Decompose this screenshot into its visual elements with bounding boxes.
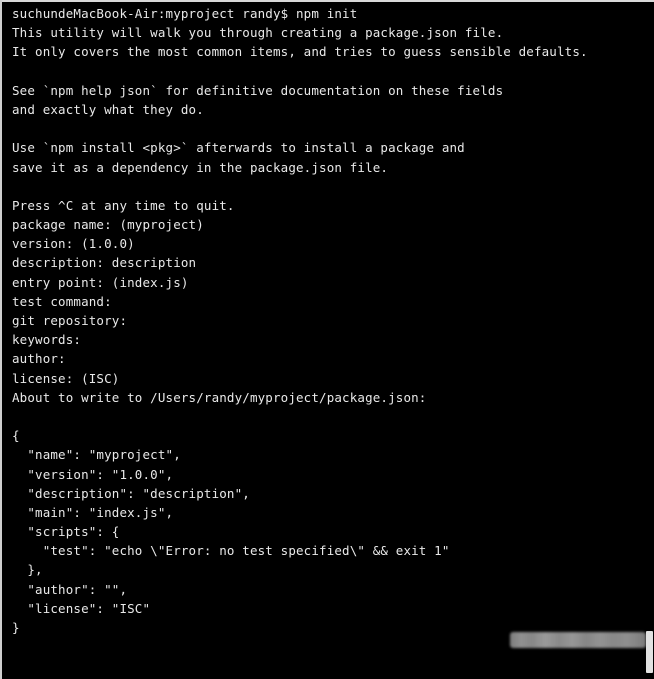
terminal-line: See `npm help json` for definitive docum… [12,82,504,98]
redacted-region [510,632,646,648]
terminal-line: "main": "index.js", [12,504,174,520]
terminal-line: keywords: [12,332,82,348]
terminal-line: "version": "1.0.0", [12,466,174,482]
window-top-edge [0,0,654,2]
terminal-line: package name: (myproject) [12,217,204,233]
terminal-line: About to write to /Users/randy/myproject… [12,389,427,405]
terminal-line: suchundeMacBook-Air:myproject randy$ npm… [12,6,358,21]
terminal-line: It only covers the most common items, an… [12,44,588,60]
window-left-edge [0,0,2,679]
terminal-line: and exactly what they do. [12,101,204,117]
terminal-line: author: [12,351,66,367]
terminal-line: entry point: (index.js) [12,274,189,290]
terminal-output: suchundeMacBook-Air:myproject randy$ npm… [12,4,648,679]
terminal-line: version: (1.0.0) [12,236,135,252]
terminal-line: "name": "myproject", [12,447,181,463]
vertical-scrollbar-thumb[interactable] [646,631,653,673]
terminal-line: Use `npm install <pkg>` afterwards to in… [12,140,465,156]
terminal-line: description: description [12,255,197,271]
terminal-line: "description": "description", [12,485,250,501]
terminal-line: This utility will walk you through creat… [12,25,504,41]
terminal-line: "test": "echo \"Error: no test specified… [12,543,450,559]
terminal-line: "license": "ISC" [12,600,151,616]
terminal-line: "author": "", [12,581,128,597]
terminal-line: "scripts": { [12,524,120,540]
terminal-window[interactable]: suchundeMacBook-Air:myproject randy$ npm… [0,0,654,679]
terminal-line: save it as a dependency in the package.j… [12,159,389,175]
terminal-line: Press ^C at any time to quit. [12,197,235,213]
terminal-line: Is this OK? (yes) [12,676,648,679]
terminal-line: { [12,428,20,444]
terminal-line: git repository: [12,313,128,328]
terminal-line: license: (ISC) [12,370,120,386]
terminal-line: test command: [12,293,112,309]
terminal-line: }, [12,562,43,578]
